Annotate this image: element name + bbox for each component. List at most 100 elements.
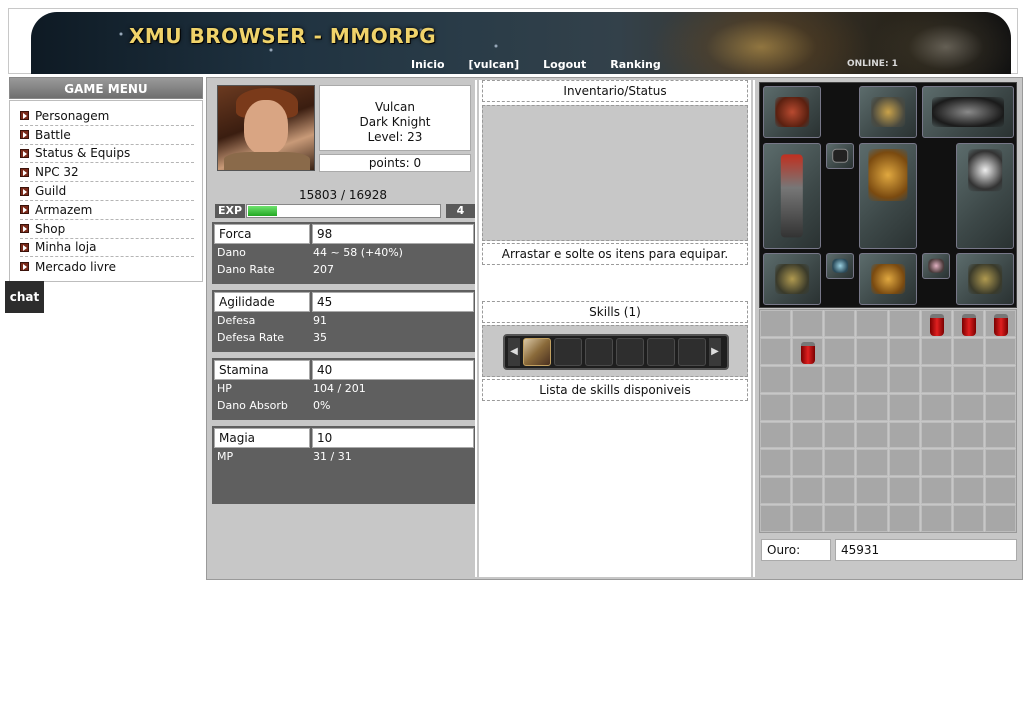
inventory-cell[interactable] xyxy=(792,449,824,477)
equip-slot-wings[interactable] xyxy=(922,86,1014,138)
menu-item-minha-loja[interactable]: Minha loja xyxy=(20,239,194,258)
inventory-cell[interactable] xyxy=(856,421,888,449)
inventory-cell[interactable] xyxy=(760,337,792,365)
menu-item-battle[interactable]: Battle xyxy=(20,126,194,145)
skill-slot[interactable] xyxy=(585,338,613,366)
inventory-cell[interactable] xyxy=(952,505,984,532)
inventory-cell[interactable] xyxy=(856,449,888,477)
inventory-cell[interactable] xyxy=(888,337,920,365)
inventory-cell[interactable] xyxy=(856,477,888,505)
inventory-cell[interactable] xyxy=(760,365,792,393)
inventory-cell[interactable] xyxy=(888,449,920,477)
menu-item-guild[interactable]: Guild xyxy=(20,182,194,201)
inventory-cell[interactable] xyxy=(984,421,1016,449)
inventory-cell[interactable] xyxy=(952,393,984,421)
equip-slot-weapon[interactable] xyxy=(763,143,821,249)
inventory-cell[interactable] xyxy=(920,337,952,365)
inventory-cell[interactable] xyxy=(984,449,1016,477)
inventory-cell[interactable] xyxy=(760,310,792,337)
inventory-cell[interactable] xyxy=(888,393,920,421)
inventory-cell[interactable] xyxy=(792,393,824,421)
menu-item-npc[interactable]: NPC 32 xyxy=(20,163,194,183)
inventory-cell[interactable] xyxy=(888,477,920,505)
inventory-cell[interactable] xyxy=(792,477,824,505)
inventory-cell[interactable] xyxy=(952,337,984,365)
inventory-cell[interactable] xyxy=(888,310,920,337)
health-potion-icon[interactable] xyxy=(961,314,976,336)
menu-item-personagem[interactable]: Personagem xyxy=(20,107,194,126)
equip-slot-shield[interactable] xyxy=(956,143,1014,249)
skill-slot[interactable] xyxy=(523,338,551,366)
inventory-cell[interactable] xyxy=(824,337,856,365)
inventory-cell[interactable] xyxy=(984,365,1016,393)
inventory-cell[interactable] xyxy=(888,421,920,449)
inventory-cell[interactable] xyxy=(856,365,888,393)
skill-slot[interactable] xyxy=(616,338,644,366)
inventory-cell[interactable] xyxy=(856,337,888,365)
inventory-cell[interactable] xyxy=(984,477,1016,505)
skill-prev-icon[interactable]: ◀ xyxy=(508,338,520,366)
inventory-cell[interactable] xyxy=(760,421,792,449)
inventory-cell[interactable] xyxy=(888,505,920,532)
inventory-cell[interactable] xyxy=(984,310,1016,337)
inventory-cell[interactable] xyxy=(984,393,1016,421)
nav-user-link[interactable]: [vulcan] xyxy=(457,58,532,74)
inventory-cell[interactable] xyxy=(824,365,856,393)
inventory-cell[interactable] xyxy=(984,505,1016,532)
menu-item-status-equips[interactable]: Status & Equips xyxy=(20,145,194,164)
inventory-cell[interactable] xyxy=(920,449,952,477)
inventory-cell[interactable] xyxy=(856,393,888,421)
inventory-cell[interactable] xyxy=(952,421,984,449)
inventory-cell[interactable] xyxy=(824,310,856,337)
menu-item-armazem[interactable]: Armazem xyxy=(20,201,194,220)
equip-slot-helm[interactable] xyxy=(859,86,917,138)
inventory-cell[interactable] xyxy=(792,310,824,337)
inventory-cell[interactable] xyxy=(760,477,792,505)
inventory-cell[interactable] xyxy=(856,505,888,532)
inventory-cell[interactable] xyxy=(824,393,856,421)
menu-item-shop[interactable]: Shop xyxy=(20,220,194,239)
item-drop-area[interactable] xyxy=(482,105,748,241)
inventory-cell[interactable] xyxy=(760,449,792,477)
inventory-cell[interactable] xyxy=(984,337,1016,365)
menu-item-mercado-livre[interactable]: Mercado livre xyxy=(20,257,194,276)
skill-next-icon[interactable]: ▶ xyxy=(709,338,721,366)
inventory-cell[interactable] xyxy=(760,505,792,532)
equip-slot-pendant[interactable] xyxy=(826,143,854,169)
inventory-cell[interactable] xyxy=(792,365,824,393)
chat-button[interactable]: chat xyxy=(5,281,44,313)
inventory-cell[interactable] xyxy=(920,477,952,505)
health-potion-icon[interactable] xyxy=(993,314,1008,336)
inventory-cell[interactable] xyxy=(792,337,824,365)
inventory-cell[interactable] xyxy=(920,365,952,393)
inventory-cell[interactable] xyxy=(824,421,856,449)
equip-slot-gloves[interactable] xyxy=(763,253,821,305)
nav-inicio-link[interactable]: Inicio xyxy=(399,58,457,74)
inventory-cell[interactable] xyxy=(760,393,792,421)
inventory-cell[interactable] xyxy=(824,477,856,505)
nav-logout-link[interactable]: Logout xyxy=(531,58,598,74)
inventory-cell[interactable] xyxy=(824,449,856,477)
inventory-cell[interactable] xyxy=(920,310,952,337)
inventory-cell[interactable] xyxy=(952,449,984,477)
equip-slot-boots[interactable] xyxy=(956,253,1014,305)
health-potion-icon[interactable] xyxy=(929,314,944,336)
inventory-cell[interactable] xyxy=(920,421,952,449)
inventory-cell[interactable] xyxy=(888,365,920,393)
inventory-cell[interactable] xyxy=(952,310,984,337)
inventory-cell[interactable] xyxy=(920,393,952,421)
skill-slot[interactable] xyxy=(647,338,675,366)
equip-slot-armor[interactable] xyxy=(859,143,917,249)
inventory-cell[interactable] xyxy=(824,505,856,532)
inventory-cell[interactable] xyxy=(952,365,984,393)
equip-slot-ring-right[interactable] xyxy=(922,253,950,279)
inventory-cell[interactable] xyxy=(792,421,824,449)
inventory-cell[interactable] xyxy=(856,310,888,337)
inventory-cell[interactable] xyxy=(952,477,984,505)
skill-slot[interactable] xyxy=(678,338,706,366)
equip-slot-pet[interactable] xyxy=(763,86,821,138)
equip-slot-ring-left[interactable] xyxy=(826,253,854,279)
health-potion-icon[interactable] xyxy=(801,341,816,364)
inventory-cell[interactable] xyxy=(920,505,952,532)
equip-slot-pants[interactable] xyxy=(859,253,917,305)
